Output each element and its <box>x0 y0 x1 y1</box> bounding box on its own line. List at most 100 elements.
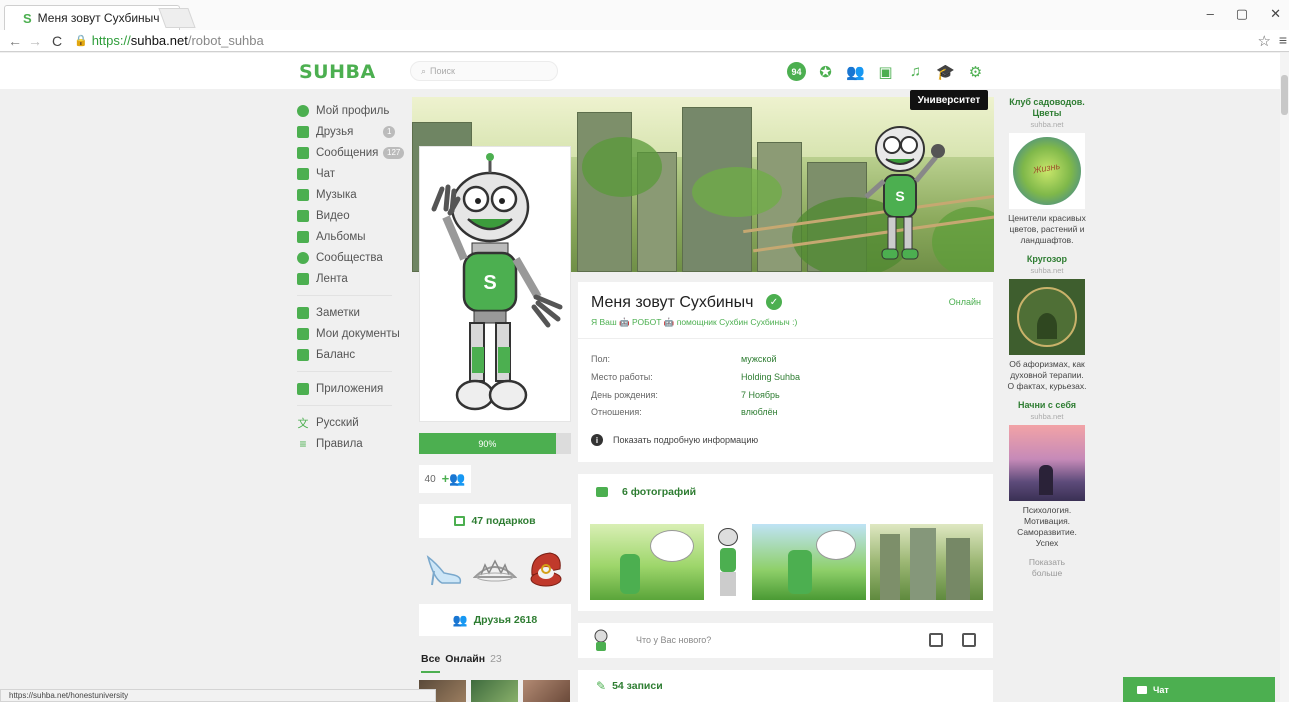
post-input[interactable]: Что у Вас нового? <box>636 635 711 645</box>
sidebar-item-albums[interactable]: Альбомы <box>297 226 407 247</box>
site-logo[interactable]: SUHBA <box>299 61 376 83</box>
friends-icon <box>297 125 309 138</box>
chat-button[interactable]: Чат <box>1123 677 1275 702</box>
tiara-gift[interactable] <box>472 555 517 583</box>
sidebar-item-chat[interactable]: Чат <box>297 163 407 184</box>
photo-strip <box>590 524 983 600</box>
url-host: suhba.net <box>130 33 188 48</box>
show-details-link[interactable]: i Показать подробную информацию <box>591 434 758 446</box>
page-scrollbar[interactable] <box>1280 53 1289 702</box>
followers-button[interactable]: 40 +👥 <box>419 465 471 493</box>
suhba-favicon-icon: S <box>23 10 32 26</box>
window-controls: – ▢ ✕ <box>1207 6 1281 22</box>
sidebar-item-label: Сообщения <box>316 146 379 159</box>
notifications-icon[interactable]: 94 <box>787 62 806 81</box>
close-window-icon[interactable]: ✕ <box>1270 6 1281 22</box>
friends-count-badge: 1 <box>383 125 396 138</box>
maximize-icon[interactable]: ▢ <box>1236 6 1248 22</box>
ad-description: Психология. Мотивация. Саморазвитие. Усп… <box>1017 505 1077 548</box>
sidebar-item-label: Заметки <box>316 306 360 319</box>
field-value-birthday[interactable]: 7 Ноябрь <box>741 390 780 400</box>
university-icon[interactable]: 🎓 <box>935 61 956 82</box>
sidebar-item-video[interactable]: Видео <box>297 205 407 226</box>
bookmark-star-icon[interactable]: ☆ <box>1258 32 1271 50</box>
field-label-birthday: День рождения: <box>591 390 658 400</box>
sidebar-item-documents[interactable]: Мои документы <box>297 323 407 344</box>
minimize-icon[interactable]: – <box>1207 6 1214 22</box>
university-tooltip: Университет <box>910 90 988 110</box>
show-more-link[interactable]: Показать больше <box>1017 557 1077 579</box>
community-icon[interactable]: ✪ <box>815 61 836 82</box>
sidebar-item-notes[interactable]: Заметки <box>297 302 407 323</box>
glass-slipper-gift[interactable] <box>424 549 464 589</box>
posts-header[interactable]: ✎ 54 записи <box>596 679 663 693</box>
friends-icon[interactable]: 👥 <box>845 61 866 82</box>
svg-text:S: S <box>895 188 904 204</box>
ring-box-gift[interactable] <box>526 549 566 589</box>
photo-thumb[interactable] <box>870 524 983 600</box>
progress-fill: 90% <box>419 433 556 454</box>
video-icon <box>297 209 309 222</box>
photo-thumb[interactable] <box>590 524 704 600</box>
recommended-communities: Клуб садоводов. Цветы suhba.net Жизнь Це… <box>1006 97 1088 579</box>
gifts-header[interactable]: 47 подарков <box>419 504 571 538</box>
community-ad[interactable]: Начни с себя suhba.net Психология. Мотив… <box>1006 400 1088 549</box>
url-field[interactable]: 🔒 https:// suhba.net /robot_suhba <box>74 33 264 48</box>
profile-name: Меня зовут Сухбиныч <box>591 294 754 311</box>
sidebar-item-profile[interactable]: Мой профиль <box>297 100 407 121</box>
reload-icon[interactable]: C <box>48 33 66 49</box>
friends-icon: 👥 <box>452 613 468 627</box>
field-value-relationship[interactable]: влюблён <box>741 407 778 417</box>
svg-text:S: S <box>483 272 496 294</box>
forward-arrow-icon[interactable]: → <box>26 33 44 49</box>
friends-title: Друзья 2618 <box>473 614 538 626</box>
photo-attach-icon[interactable] <box>929 633 943 647</box>
back-arrow-icon[interactable]: ← <box>6 33 24 49</box>
video-icon[interactable]: ▣ <box>875 61 896 82</box>
new-tab-button[interactable] <box>158 8 196 28</box>
gift-icon <box>454 516 466 526</box>
photo-thumb[interactable] <box>708 524 748 600</box>
community-ad[interactable]: Кругозор suhba.net Об афоризмах, как дух… <box>1006 254 1088 392</box>
address-bar: ← → C 🔒 https:// suhba.net /robot_suhba … <box>0 30 1289 52</box>
sidebar-item-messages[interactable]: Сообщения 127 <box>297 142 407 163</box>
music-icon[interactable]: ♫ <box>905 61 926 82</box>
browser-menu-icon[interactable]: ≡ <box>1279 32 1287 48</box>
sidebar-item-label: Русский <box>316 416 359 429</box>
url-path: /robot_suhba <box>187 33 264 48</box>
sidebar-item-label: Мои документы <box>316 327 400 340</box>
browser-tab[interactable]: S Меня зовут Сухбиныч × <box>4 5 180 30</box>
scrollbar-thumb[interactable] <box>1281 75 1288 115</box>
sidebar-item-apps[interactable]: Приложения <box>297 378 407 399</box>
field-value-gender[interactable]: мужской <box>741 354 776 364</box>
photo-thumb[interactable] <box>752 524 866 600</box>
sidebar-item-friends[interactable]: Друзья 1 <box>297 121 407 142</box>
sidebar-item-language[interactable]: 文 Русский <box>297 412 407 433</box>
chat-label: Чат <box>1153 684 1169 695</box>
photos-card: 6 фотографий <box>578 474 993 611</box>
profile-avatar[interactable]: S <box>419 146 571 422</box>
sidebar-item-balance[interactable]: Баланс <box>297 344 407 365</box>
video-attach-icon[interactable] <box>962 633 976 647</box>
profile-icon <box>297 104 309 117</box>
sidebar-item-feed[interactable]: Лента <box>297 268 407 289</box>
community-ad[interactable]: Клуб садоводов. Цветы suhba.net Жизнь Це… <box>1006 97 1088 246</box>
tab-friends-online[interactable]: Онлайн <box>445 653 485 673</box>
ad-title: Начни с себя <box>1017 400 1077 410</box>
field-value-work[interactable]: Holding Suhba <box>741 372 800 382</box>
divider <box>297 295 392 296</box>
sidebar-item-rules[interactable]: ≡ Правила <box>297 433 407 454</box>
sidebar-item-music[interactable]: Музыка <box>297 184 407 205</box>
show-details-label: Показать подробную информацию <box>613 435 759 445</box>
settings-icon[interactable]: ⚙ <box>965 61 986 82</box>
tab-friends-all[interactable]: Все <box>421 653 441 673</box>
friend-avatar[interactable] <box>523 680 570 702</box>
search-input[interactable]: ⌕ Поиск <box>410 61 558 81</box>
sidebar-item-label: Сообщества <box>316 251 383 264</box>
friends-header[interactable]: 👥 Друзья 2618 <box>419 604 571 636</box>
friend-thumbnails <box>419 680 570 702</box>
friend-avatar[interactable] <box>471 680 518 702</box>
sidebar-item-communities[interactable]: Сообщества <box>297 247 407 268</box>
photos-header[interactable]: 6 фотографий <box>596 486 696 498</box>
profile-info-card: Меня зовут Сухбиныч ✓ Онлайн Я Ваш 🤖 РОБ… <box>578 282 993 462</box>
